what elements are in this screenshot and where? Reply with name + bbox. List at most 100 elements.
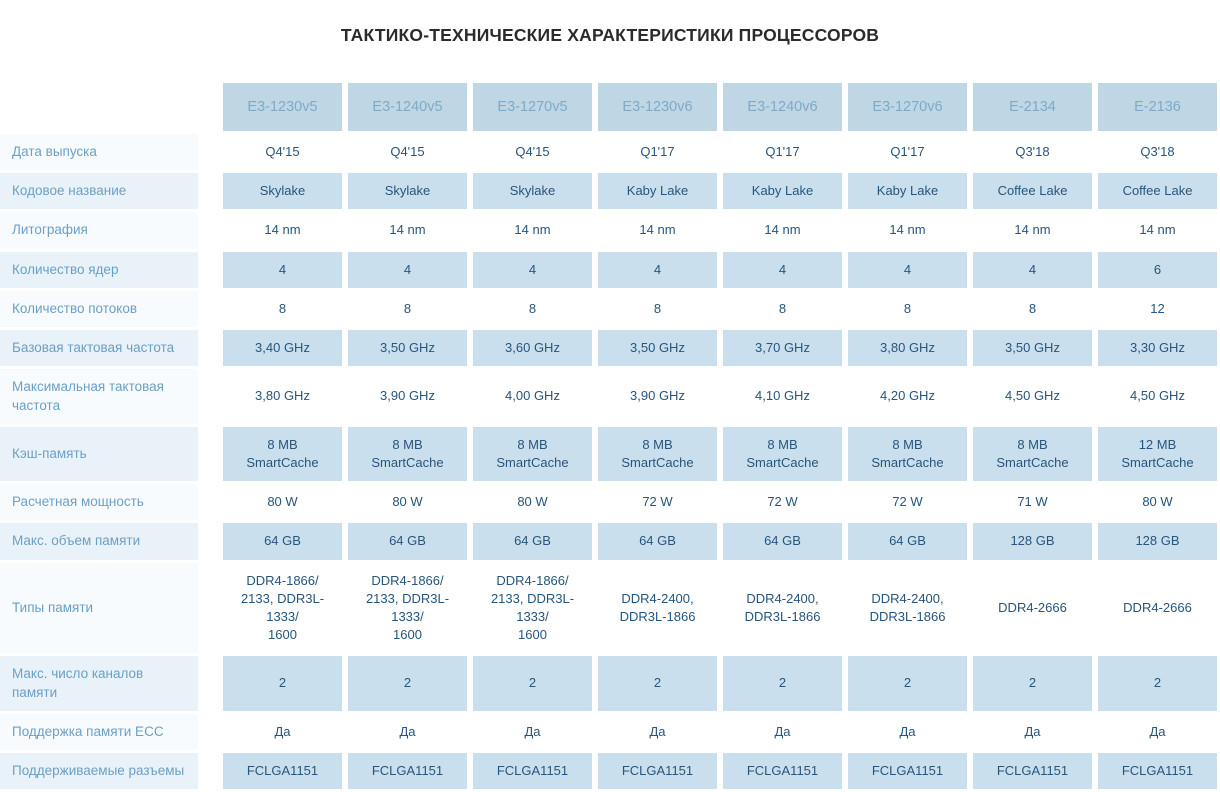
cell-line: 72 W: [642, 494, 673, 510]
cell-line: 2: [403, 675, 412, 691]
row-label: Расчетная мощность: [0, 484, 220, 524]
cell-line: 14 nm: [389, 222, 426, 238]
row-label: Максимальная тактовая частота: [0, 369, 220, 427]
cell-line: 14 nm: [1014, 222, 1051, 238]
table-cell: 4: [720, 251, 845, 291]
row-label: Поддерживаемые разъемы: [0, 752, 220, 792]
table-row: Расчетная мощность 80 W 80 W 80 W 72 W 72 W 72…: [0, 484, 1220, 524]
cell-line: 14 nm: [764, 222, 801, 238]
cell-line: SmartCache: [996, 454, 1069, 470]
cell-line: 2133, DDR3L-1333/: [490, 590, 575, 624]
table-cell: 3,80 GHz: [845, 330, 970, 370]
cell-line: 2: [278, 675, 287, 691]
table-cell: 12: [1095, 290, 1220, 331]
table-cell: DDR4-1866/2133, DDR3L-1333/1600: [470, 562, 595, 657]
table-cell: 4,50 GHz: [1095, 369, 1220, 427]
table-cell: Coffee Lake: [1095, 173, 1220, 213]
cell-line: 4: [903, 261, 912, 277]
table-cell: Q3'18: [1095, 134, 1220, 174]
table-cell: 80 W: [220, 484, 345, 524]
table-header-row: E3-1230v5 E3-1240v5 E3-1270v5 E3-1230v6 E3-1…: [0, 83, 1220, 134]
cell-line: 2: [903, 675, 912, 691]
column-header-e3-1270v6[interactable]: E3-1270v6: [845, 83, 970, 134]
table-cell: 80 W: [1095, 484, 1220, 524]
table-cell: 8 MB SmartCache: [345, 426, 470, 485]
table-cell: FCLGA1151: [470, 752, 595, 792]
table-cell: 8 MB SmartCache: [595, 426, 720, 485]
table-body: Дата выпуска Q4'15 Q4'15 Q4'15 Q1'17 Q1'17 Q1'…: [0, 134, 1220, 792]
table-cell: 14 nm: [720, 212, 845, 252]
cell-line: 128 GB: [1010, 533, 1055, 549]
cell-line: 64 GB: [889, 533, 926, 549]
table-cell: DDR4-2666: [970, 562, 1095, 657]
table-cell: 3,50 GHz: [595, 330, 720, 370]
cell-line: DDR4-1866/: [371, 572, 444, 588]
table-cell: 3,40 GHz: [220, 330, 345, 370]
table-cell: 14 nm: [345, 212, 470, 252]
table-cell: Skylake: [220, 173, 345, 213]
table-cell: 6: [1095, 251, 1220, 291]
row-label: Количество ядер: [0, 251, 220, 291]
table-cell: DDR4-2666: [1095, 562, 1220, 657]
cell-line: 3,90 GHz: [630, 388, 685, 404]
cell-line: Да: [774, 723, 791, 739]
column-header-e-2136[interactable]: E-2136: [1095, 83, 1220, 134]
table-cell: Kaby Lake: [595, 173, 720, 213]
table-cell: 3,90 GHz: [345, 369, 470, 427]
table-cell: DDR4-1866/2133, DDR3L-1333/1600: [220, 562, 345, 657]
cell-line: 3,80 GHz: [255, 388, 310, 404]
cell-line: Skylake: [259, 183, 306, 199]
table-cell: 71 W: [970, 484, 1095, 524]
column-header-e-2134[interactable]: E-2134: [970, 83, 1095, 134]
table-cell: Q1'17: [845, 134, 970, 174]
column-header-e3-1230v5[interactable]: E3-1230v5: [220, 83, 345, 134]
cell-line: 8 MB: [517, 436, 548, 452]
table-cell: FCLGA1151: [595, 752, 720, 792]
cell-line: DDR4-2666: [1123, 599, 1192, 615]
table-cell: DDR4-2400, DDR3L-1866: [595, 562, 720, 657]
table-cell: 80 W: [470, 484, 595, 524]
cell-line: 3,60 GHz: [505, 340, 560, 356]
table-cell: 14 nm: [470, 212, 595, 252]
cell-line: 2: [653, 675, 662, 691]
table-cell: FCLGA1151: [1095, 752, 1220, 792]
table-cell: 14 nm: [970, 212, 1095, 252]
table-cell: 3,50 GHz: [970, 330, 1095, 370]
table-cell: 8: [470, 290, 595, 331]
column-header-e3-1240v5[interactable]: E3-1240v5: [345, 83, 470, 134]
cell-line: Да: [1024, 723, 1041, 739]
cell-line: Kaby Lake: [751, 183, 814, 199]
table-cell: 4: [845, 251, 970, 291]
table-cell: 3,50 GHz: [345, 330, 470, 370]
cell-line: Kaby Lake: [626, 183, 689, 199]
table-cell: 2: [345, 656, 470, 714]
table-cell: Да: [470, 713, 595, 753]
table-cell: Да: [845, 713, 970, 753]
table-cell: Coffee Lake: [970, 173, 1095, 213]
table-head: E3-1230v5 E3-1240v5 E3-1270v5 E3-1230v6 E3-1…: [0, 83, 1220, 134]
column-header-e3-1230v6[interactable]: E3-1230v6: [595, 83, 720, 134]
cell-line: 4,50 GHz: [1130, 388, 1185, 404]
table-cell: 8: [720, 290, 845, 331]
cell-line: 3,30 GHz: [1130, 340, 1185, 356]
table-cell: Q3'18: [970, 134, 1095, 174]
table-cell: Да: [595, 713, 720, 753]
column-header-e3-1270v5[interactable]: E3-1270v5: [470, 83, 595, 134]
table-cell: 3,90 GHz: [595, 369, 720, 427]
cell-line: 64 GB: [389, 533, 426, 549]
column-header-e3-1240v6[interactable]: E3-1240v6: [720, 83, 845, 134]
cell-line: 64 GB: [639, 533, 676, 549]
table-row: Кэш-память 8 MB SmartCache 8 MB SmartCache 8 …: [0, 426, 1220, 485]
table-cell: 4,20 GHz: [845, 369, 970, 427]
cell-line: DDR4-1866/: [496, 572, 569, 588]
table-cell: Да: [220, 713, 345, 753]
cell-line: 14 nm: [264, 222, 301, 238]
table-row: Поддержка памяти ECC Да Да Да Да Да Да Да Да: [0, 713, 1220, 753]
cell-line: Да: [1149, 723, 1166, 739]
table-cell: 4: [345, 251, 470, 291]
cell-line: 3,50 GHz: [1005, 340, 1060, 356]
cell-line: 4,50 GHz: [1005, 388, 1060, 404]
cell-line: 72 W: [767, 494, 798, 510]
table-cell: 4: [470, 251, 595, 291]
cell-line: Q4'15: [515, 144, 550, 160]
